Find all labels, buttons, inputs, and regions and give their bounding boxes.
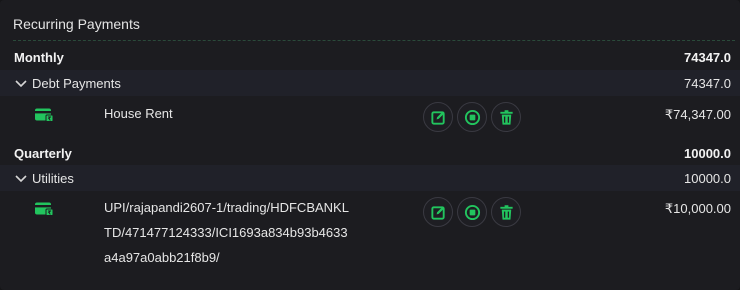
edit-icon bbox=[430, 110, 445, 125]
payment-card-icon: ₹ bbox=[35, 108, 54, 122]
delete-button[interactable] bbox=[491, 102, 521, 132]
category-debt-payments-label: Debt Payments bbox=[32, 76, 121, 91]
payment-amount-house-rent: ₹74,347.00 bbox=[664, 107, 731, 122]
chevron-down-icon[interactable] bbox=[14, 77, 28, 91]
svg-text:₹: ₹ bbox=[48, 115, 52, 122]
edit-icon bbox=[430, 205, 445, 220]
group-quarterly-label: Quarterly bbox=[14, 146, 72, 161]
group-quarterly-total: 10000.0 bbox=[684, 146, 731, 161]
payment-amount-upi: ₹10,000.00 bbox=[664, 201, 731, 216]
category-utilities-total: 10000.0 bbox=[684, 171, 731, 186]
edit-button[interactable] bbox=[423, 197, 453, 227]
group-monthly-label: Monthly bbox=[14, 50, 64, 65]
stop-icon bbox=[464, 109, 480, 125]
svg-text:₹: ₹ bbox=[48, 209, 52, 216]
panel-title: Recurring Payments bbox=[13, 16, 140, 32]
payment-name-house-rent: House Rent bbox=[104, 106, 173, 121]
chevron-down-icon[interactable] bbox=[14, 172, 28, 186]
delete-button[interactable] bbox=[491, 197, 521, 227]
category-debt-payments-total: 74347.0 bbox=[684, 76, 731, 91]
category-utilities-label: Utilities bbox=[32, 171, 74, 186]
payment-card-icon: ₹ bbox=[35, 202, 54, 216]
stop-button[interactable] bbox=[457, 197, 487, 227]
recurring-payments-panel: Recurring Payments Monthly 74347.0 Debt … bbox=[0, 0, 740, 290]
edit-button[interactable] bbox=[423, 102, 453, 132]
group-monthly-total: 74347.0 bbox=[684, 50, 731, 65]
stop-icon bbox=[464, 204, 480, 220]
trash-icon bbox=[499, 204, 513, 220]
stop-button[interactable] bbox=[457, 102, 487, 132]
title-divider bbox=[13, 40, 735, 41]
trash-icon bbox=[499, 109, 513, 125]
payment-name-upi: UPI/rajapandi2607-1/trading/HDFCBANKLTD/… bbox=[104, 200, 349, 265]
category-row-utilities[interactable] bbox=[0, 165, 740, 191]
